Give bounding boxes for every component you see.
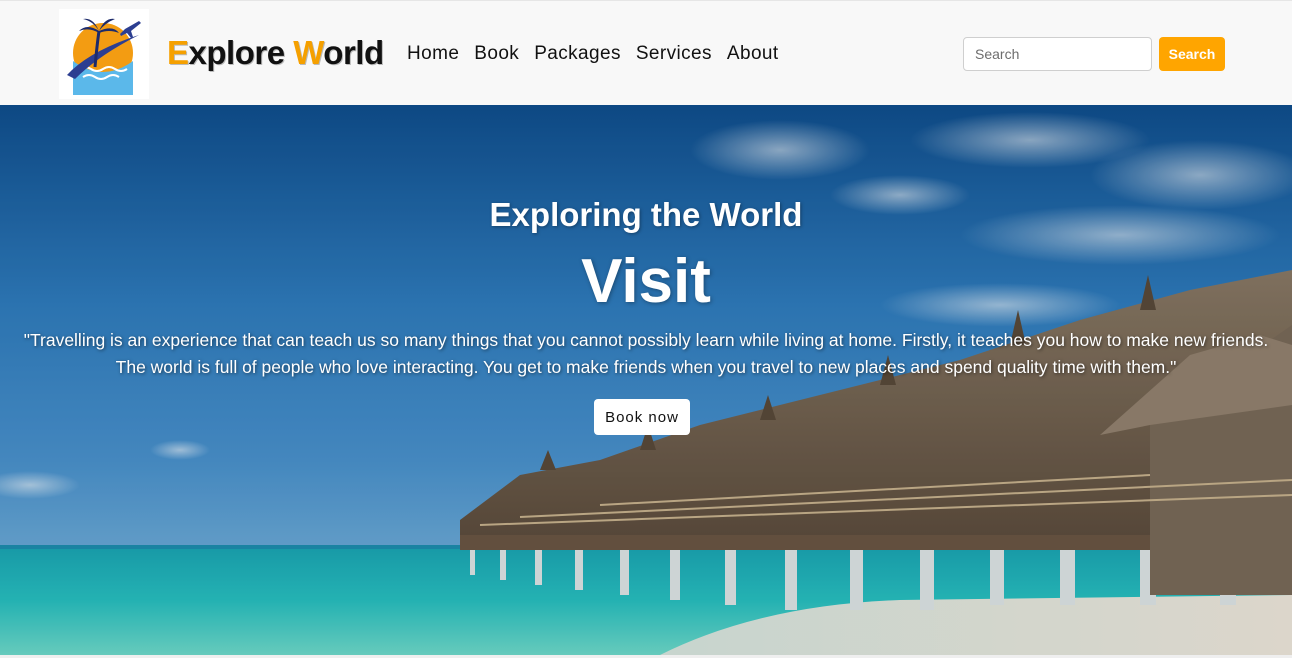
brand-text-xplore: xplore (188, 34, 294, 71)
nav-link-about[interactable]: About (727, 41, 779, 67)
search-button[interactable]: Search (1159, 37, 1225, 71)
navbar: Explore World Home Book Packages Service… (0, 0, 1292, 105)
hero-section: Exploring the World Visit "Travelling is… (0, 105, 1292, 655)
palm-tree-airplane-logo-icon (67, 18, 141, 95)
brand-text-orld: orld (323, 34, 384, 71)
nav-link-services[interactable]: Services (636, 41, 712, 67)
brand-name[interactable]: Explore World (167, 33, 384, 73)
hero-quote-line1: "Travelling is an experience that can te… (23, 330, 1269, 350)
hero-content: Exploring the World Visit "Travelling is… (0, 105, 1292, 655)
book-now-button[interactable]: Book now (594, 399, 690, 435)
brand-letter-e: E (167, 34, 189, 71)
hero-quote-line2: The world is full of people who love int… (115, 357, 1177, 377)
brand-logo[interactable] (59, 9, 149, 99)
search-input[interactable] (963, 37, 1152, 71)
hero-subtitle: Exploring the World (489, 196, 803, 233)
hero-title: Visit (581, 247, 711, 316)
brand-letter-w: W (293, 34, 324, 71)
hero-quote: "Travelling is an experience that can te… (0, 327, 1292, 381)
nav-link-packages[interactable]: Packages (534, 41, 621, 67)
nav-link-book[interactable]: Book (474, 41, 519, 67)
nav-link-home[interactable]: Home (407, 41, 459, 67)
main-nav: Home Book Packages Services About (407, 41, 779, 67)
